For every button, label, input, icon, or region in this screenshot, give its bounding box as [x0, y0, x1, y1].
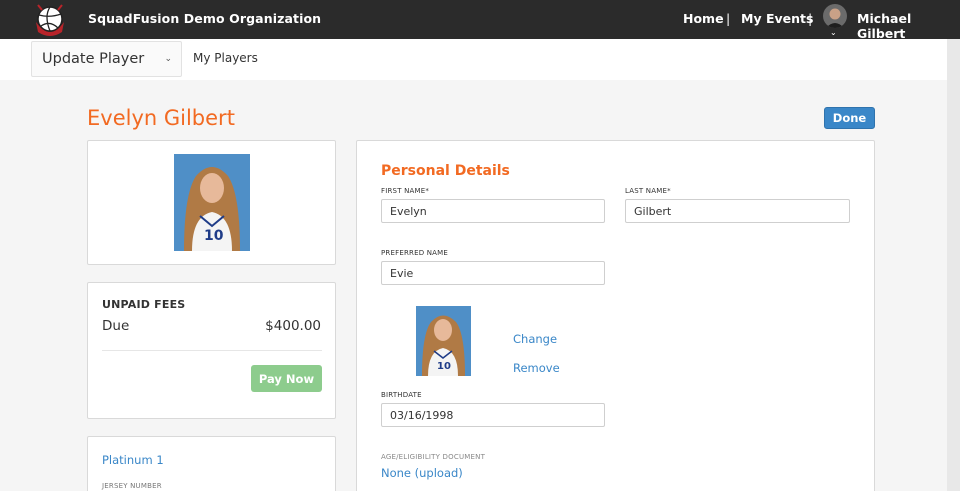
my-players-link[interactable]: My Players [193, 51, 258, 65]
divider [102, 350, 322, 351]
nav-my-events-link[interactable]: My Events [741, 11, 813, 26]
player-photo-card: 10 [87, 140, 336, 265]
page-select-dropdown[interactable]: Update Player ⌄ [31, 41, 182, 77]
player-photo: 10 [416, 306, 471, 376]
user-name[interactable]: Michael Gilbert [857, 11, 960, 41]
svg-text:10: 10 [437, 361, 451, 372]
first-name-field[interactable] [381, 199, 605, 223]
birthdate-field[interactable] [381, 403, 605, 427]
user-avatar[interactable] [823, 4, 847, 28]
pay-now-button[interactable]: Pay Now [251, 365, 322, 392]
jersey-number-label: JERSEY NUMBER [102, 482, 162, 490]
preferred-name-label: PREFERRED NAME [381, 249, 449, 257]
page-scrollbar[interactable] [947, 39, 960, 491]
personal-details-card: Personal Details FIRST NAME* LAST NAME* … [356, 140, 875, 491]
user-menu-chevron-icon[interactable]: ⌄ [830, 28, 837, 37]
svg-text:10: 10 [204, 228, 224, 244]
done-button[interactable]: Done [824, 107, 875, 129]
remove-photo-link[interactable]: Remove [513, 361, 560, 375]
top-navbar: SquadFusion Demo Organization Home | My … [0, 0, 960, 41]
fees-due-label: Due [102, 318, 130, 334]
team-card: Platinum 1 JERSEY NUMBER [87, 436, 336, 491]
page-select-label: Update Player [42, 51, 145, 67]
upload-document-link[interactable]: None (upload) [381, 466, 463, 480]
change-photo-link[interactable]: Change [513, 332, 557, 346]
section-title: Personal Details [381, 163, 510, 179]
nav-separator: | [726, 11, 731, 26]
volleyball-logo-icon[interactable] [32, 2, 68, 38]
page-title: Evelyn Gilbert [87, 106, 235, 130]
nav-home-link[interactable]: Home [683, 11, 724, 26]
unpaid-fees-card: UNPAID FEES Due $400.00 Pay Now [87, 282, 336, 419]
chevron-down-icon: ⌄ [164, 54, 172, 64]
first-name-label: FIRST NAME* [381, 187, 430, 195]
last-name-label: LAST NAME* [625, 187, 671, 195]
fees-due-amount: $400.00 [265, 318, 321, 334]
team-name-link[interactable]: Platinum 1 [102, 453, 164, 467]
age-eligibility-document-label: AGE/ELIGIBILITY DOCUMENT [381, 453, 486, 461]
birthdate-label: BIRTHDATE [381, 391, 422, 399]
player-photo: 10 [174, 154, 250, 251]
nav-separator: | [808, 11, 813, 26]
org-name: SquadFusion Demo Organization [88, 11, 322, 26]
last-name-field[interactable] [625, 199, 850, 223]
fees-title: UNPAID FEES [102, 298, 186, 311]
preferred-name-field[interactable] [381, 261, 605, 285]
